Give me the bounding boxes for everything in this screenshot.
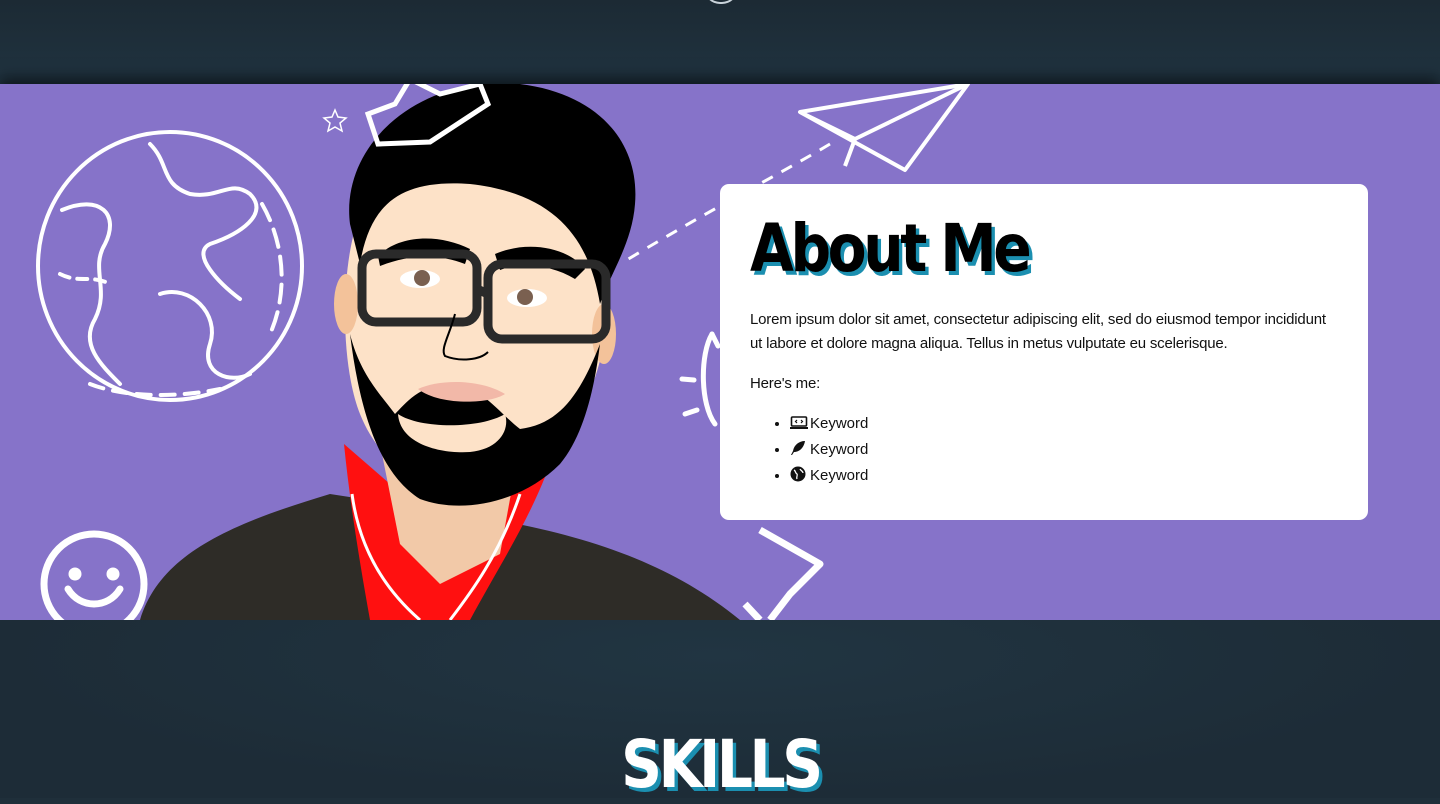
keyword-list: Keyword Keyword Keyword: [750, 412, 1338, 490]
globe-doodle-icon: [36, 130, 304, 402]
top-section: [0, 0, 1440, 84]
about-section: About Me Lorem ipsum dolor sit amet, con…: [0, 84, 1440, 620]
lightbulb-doodle-icon: [679, 331, 721, 427]
scroll-indicator-icon[interactable]: [704, 0, 738, 4]
star-icon: [322, 108, 348, 133]
smiley-doodle-icon: [40, 530, 148, 620]
about-intro-text: Lorem ipsum dolor sit amet, consectetur …: [750, 311, 1326, 352]
list-item: Keyword: [790, 438, 1338, 464]
about-card: About Me Lorem ipsum dolor sit amet, con…: [720, 184, 1368, 520]
skills-title-text: SKILLS: [620, 726, 823, 803]
hourglass-doodle-icon: [742, 526, 824, 620]
globe-icon: [790, 466, 808, 490]
list-item: Keyword: [790, 412, 1338, 438]
skills-title: SKILLS: [0, 726, 1440, 804]
laptop-code-icon: [790, 414, 808, 438]
about-title: About Me: [750, 210, 1032, 287]
list-item: Keyword: [790, 464, 1338, 490]
keyword-label: Keyword: [810, 415, 869, 432]
feather-icon: [790, 440, 808, 464]
portrait-illustration: [140, 84, 740, 620]
here-label: Here's me:: [750, 375, 821, 392]
keyword-label: Keyword: [810, 441, 869, 458]
keyword-label: Keyword: [810, 467, 869, 484]
